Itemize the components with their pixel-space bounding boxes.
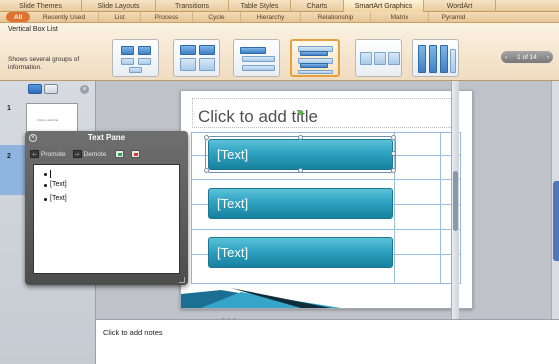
- add-shape-icon[interactable]: [115, 150, 125, 158]
- scrollbar-thumb[interactable]: [453, 171, 458, 231]
- text-pane-item[interactable]: [Text]: [40, 192, 179, 206]
- gallery-pager: ‹ 1 of 14 ›: [501, 51, 553, 63]
- slide-canvas[interactable]: Click to add title [Text] [Text] [Text]: [180, 90, 473, 309]
- text-pane-toolbar: ← Promote → Demote: [30, 148, 183, 160]
- smartart-shape-2[interactable]: [Text]: [208, 188, 393, 219]
- smartart-gallery: Vertical Box List Shows several groups o…: [0, 23, 559, 81]
- bullet-icon: [44, 197, 47, 201]
- demote-label: Demote: [83, 150, 107, 158]
- slide-thumbnail-title: Click to add title: [37, 118, 59, 122]
- vertical-scrollbar[interactable]: [451, 81, 459, 319]
- layout-thumb-vertical-box-list[interactable]: [290, 39, 340, 77]
- tab-charts[interactable]: Charts: [291, 0, 344, 12]
- smartart-shape-1[interactable]: [Text]: [205, 136, 396, 173]
- category-process[interactable]: Process: [140, 12, 192, 22]
- resize-handle[interactable]: [204, 135, 209, 140]
- resize-handle[interactable]: [298, 168, 303, 173]
- resize-grip-icon[interactable]: [179, 277, 185, 283]
- promote-arrow-icon: ←: [30, 150, 39, 158]
- gallery-prev-icon[interactable]: ‹: [505, 54, 507, 61]
- tab-table-styles[interactable]: Table Styles: [229, 0, 291, 12]
- resize-handle[interactable]: [298, 135, 303, 140]
- resize-handle[interactable]: [391, 135, 396, 140]
- powerpoint-window: Slide Themes Slide Layouts Transitions T…: [0, 0, 559, 364]
- tab-wordart[interactable]: WordArt: [424, 0, 496, 12]
- bullet-icon: [44, 183, 47, 187]
- text-cursor: [50, 170, 51, 178]
- promote-label: Promote: [41, 150, 66, 158]
- smartart-category-bar: All Recently Used List Process Cycle Hie…: [0, 12, 559, 23]
- tab-slide-themes[interactable]: Slide Themes: [0, 0, 82, 12]
- category-cycle[interactable]: Cycle: [192, 12, 240, 22]
- category-all[interactable]: All: [6, 12, 30, 22]
- selected-layout-description: Shows several groups of information.: [8, 56, 80, 71]
- title-placeholder[interactable]: Click to add title: [192, 98, 459, 128]
- layout-thumb-horizontal-list[interactable]: [173, 39, 220, 77]
- tab-smartart-graphics[interactable]: SmartArt Graphics: [344, 0, 424, 12]
- selected-slide-highlight: [0, 145, 26, 195]
- gallery-next-icon[interactable]: ›: [547, 54, 549, 61]
- text-pane-window[interactable]: × Text Pane ← Promote → Demote [Text] [T…: [25, 131, 188, 285]
- demote-arrow-icon: →: [72, 150, 82, 158]
- layout-thumb-vertical-bullet-list[interactable]: [412, 39, 459, 77]
- smartart-shape-3[interactable]: [Text]: [208, 237, 393, 268]
- text-pane-editor[interactable]: [Text] [Text]: [33, 164, 180, 274]
- resize-handle[interactable]: [204, 168, 209, 173]
- slides-view-icon[interactable]: [28, 84, 42, 94]
- category-list[interactable]: List: [98, 12, 140, 22]
- text-pane-title: Text Pane: [87, 133, 126, 142]
- gallery-page-indicator: 1 of 14: [517, 53, 537, 61]
- resize-handle[interactable]: [391, 168, 396, 173]
- tab-transitions[interactable]: Transitions: [156, 0, 229, 12]
- outline-view-icon[interactable]: [44, 84, 58, 94]
- text-pane-item-text: [Text]: [50, 181, 67, 188]
- promote-button[interactable]: ← Promote: [30, 150, 66, 158]
- notes-pane[interactable]: Click to add notes: [96, 319, 559, 364]
- text-pane-item[interactable]: [Text]: [40, 178, 179, 192]
- ribbon-tab-bar: Slide Themes Slide Layouts Transitions T…: [0, 0, 559, 12]
- category-recently-used[interactable]: Recently Used: [30, 12, 98, 22]
- resize-handle[interactable]: [391, 151, 396, 156]
- demote-button[interactable]: → Demote: [72, 150, 107, 158]
- toolbox-tab[interactable]: [553, 181, 559, 261]
- text-pane-item-text: [Text]: [50, 195, 67, 202]
- remove-shape-icon[interactable]: [131, 150, 141, 158]
- text-pane-item[interactable]: [40, 170, 179, 178]
- selected-layout-name: Vertical Box List: [8, 26, 58, 33]
- category-pyramid[interactable]: Pyramid: [428, 12, 478, 22]
- rotation-handle[interactable]: [298, 110, 303, 115]
- bullet-icon: [44, 172, 47, 176]
- slide-decoration: [181, 288, 341, 308]
- notes-placeholder[interactable]: Click to add notes: [103, 328, 163, 337]
- slide-number: 2: [7, 153, 11, 160]
- category-matrix[interactable]: Matrix: [370, 12, 428, 22]
- smartart-graphic[interactable]: [Text] [Text] [Text]: [191, 132, 461, 284]
- layout-thumb-horizontal-bullet-list[interactable]: [355, 39, 402, 77]
- category-relationship[interactable]: Relationship: [300, 12, 370, 22]
- panel-close-icon[interactable]: ×: [80, 85, 89, 94]
- layout-thumb-stacked-list[interactable]: [233, 39, 280, 77]
- slide-number: 1: [7, 105, 11, 112]
- panel-view-tabs: [28, 84, 58, 94]
- category-hierarchy[interactable]: Hierarchy: [240, 12, 300, 22]
- tab-slide-layouts[interactable]: Slide Layouts: [82, 0, 156, 12]
- layout-thumb-grouped-list[interactable]: [112, 39, 159, 77]
